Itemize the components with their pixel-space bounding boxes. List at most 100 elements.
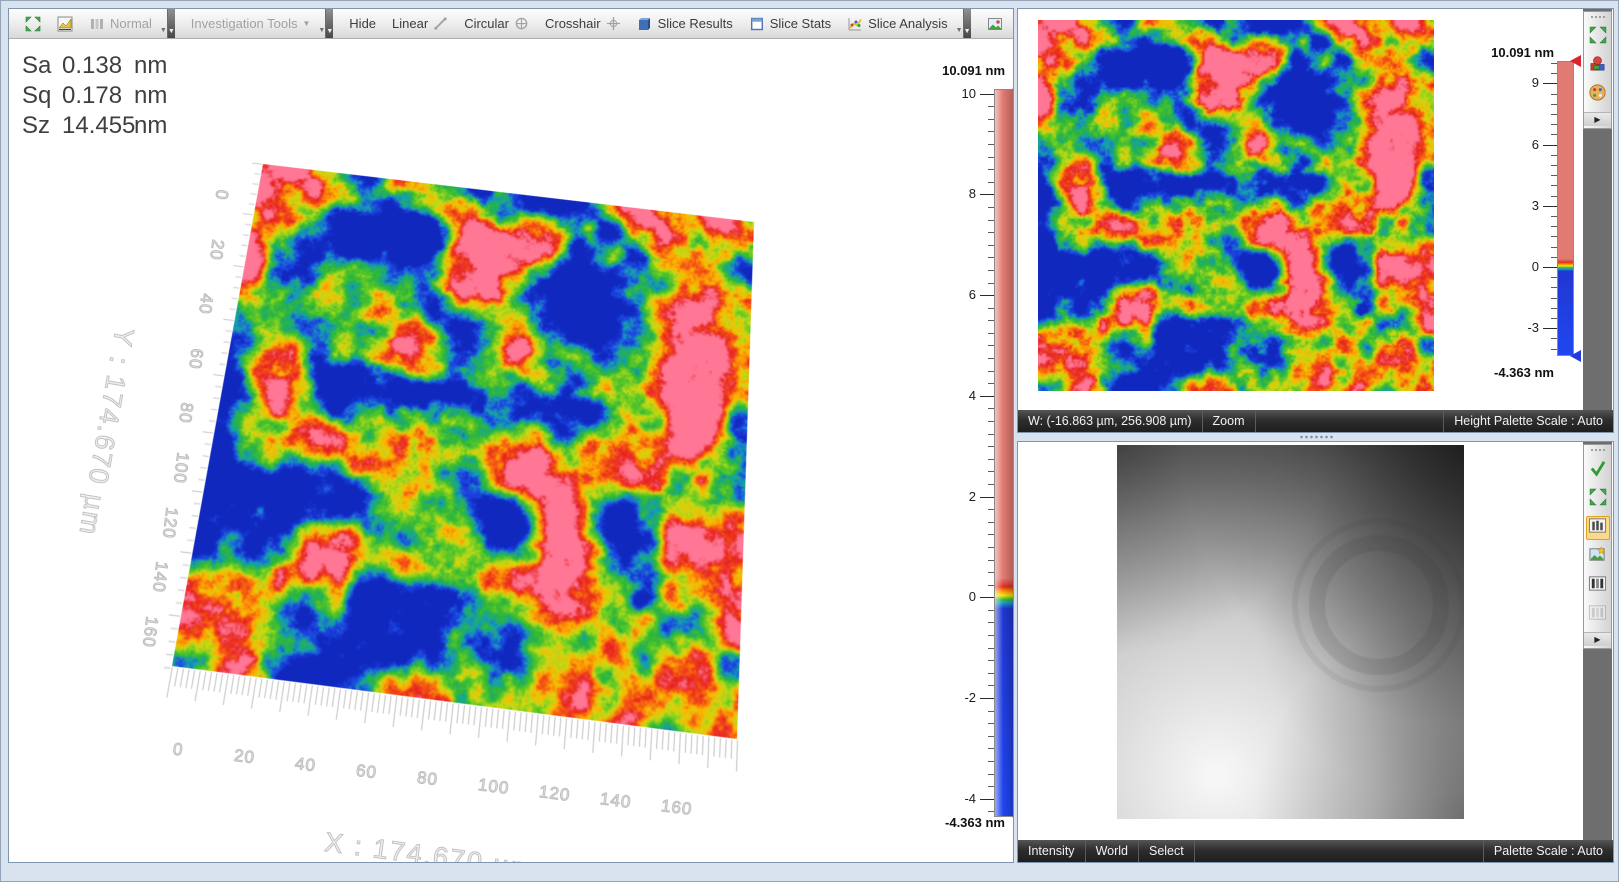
image-export-icon — [987, 16, 1003, 32]
toolbar-grip[interactable] — [1590, 15, 1606, 20]
palette-button[interactable] — [1586, 83, 1610, 107]
palette-scale-mode[interactable]: Palette Scale : Auto — [1483, 840, 1613, 862]
toolbar-overflow-chevron[interactable]: ▼ — [956, 9, 963, 38]
colorbar-gradient[interactable] — [1557, 61, 1574, 356]
x-axis-tick-label: 100 — [477, 775, 511, 799]
colorbar-minor-tick — [988, 622, 994, 623]
colorbar-tick — [980, 799, 994, 800]
toolbar-expander[interactable]: ▶ — [1584, 112, 1611, 126]
colorbar-minor-tick — [988, 484, 994, 485]
colorbar-minor-tick — [1551, 134, 1557, 135]
toolbar-overflow-chevron[interactable]: ▼ — [160, 9, 167, 38]
copy-image-button[interactable] — [1011, 9, 1014, 38]
fit-view-button[interactable] — [1586, 25, 1610, 49]
slice-analysis-button[interactable]: Slice Analysis — [839, 9, 955, 38]
colorbar-minor-tick — [988, 308, 994, 309]
intensity-image-view[interactable] — [1117, 445, 1464, 819]
colorbar-tick-label: 6 — [940, 287, 976, 302]
linear-label: Linear — [392, 16, 428, 31]
palette-scale-mode[interactable]: Height Palette Scale : Auto — [1443, 410, 1613, 432]
toolbar-grip[interactable] — [1590, 448, 1606, 453]
zoom-mode-button[interactable]: Zoom — [1203, 410, 1256, 432]
colorbar-range-marker[interactable] — [1012, 83, 1014, 95]
toolbar-section-handle[interactable]: ▼ — [325, 9, 333, 38]
columns-view-button-disabled[interactable] — [1586, 603, 1610, 627]
colorbar-minor-tick — [988, 673, 994, 674]
crosshair-icon — [606, 16, 621, 31]
colorbar-minor-tick — [988, 257, 994, 258]
slice-results-label: Slice Results — [658, 16, 733, 31]
histogram-view-button[interactable] — [1586, 516, 1610, 540]
apply-button[interactable] — [1586, 458, 1610, 482]
toolbar-section-handle[interactable]: ▼ — [167, 9, 175, 38]
colorbar-minor-tick — [988, 169, 994, 170]
slice-analysis-icon — [847, 16, 863, 32]
stat-unit: nm — [134, 81, 167, 111]
colorbar-minor-tick — [1551, 165, 1557, 166]
investigation-tools-label: Investigation Tools — [191, 16, 298, 31]
view-3d-button[interactable] — [1586, 54, 1610, 78]
toolbar-overflow-chevron[interactable]: ▼ — [318, 9, 325, 38]
application-window: Normal ▼ ▼ Investigation Tools ▼ ▼ ▼ Hid… — [0, 0, 1619, 882]
colorbar-tick — [980, 94, 994, 95]
colorbar-minor-tick — [1551, 349, 1557, 350]
toolbar-expander[interactable]: ▶ — [1584, 632, 1611, 646]
slice-stats-label: Slice Stats — [770, 16, 831, 31]
colorbar-minor-tick — [1551, 94, 1557, 95]
colorbar-minor-tick — [988, 748, 994, 749]
toolbar-section-handle[interactable]: ▼ — [963, 9, 971, 38]
colorbar-range-marker[interactable] — [1012, 811, 1014, 823]
colorbar-tick-label: 10 — [940, 86, 976, 101]
investigation-tools-button[interactable]: Investigation Tools ▼ — [183, 9, 319, 38]
colorbar-minor-tick — [988, 345, 994, 346]
colorbar-minor-tick — [988, 421, 994, 422]
world-mode-button[interactable]: World — [1086, 840, 1139, 862]
colorbar-tick-label: 8 — [940, 186, 976, 201]
hide-button[interactable]: Hide — [341, 9, 384, 38]
colorbar-tick-label: 6 — [1503, 137, 1539, 152]
colorbar-tick — [1543, 83, 1557, 84]
columns-view-button[interactable] — [1586, 574, 1610, 598]
height-map-view[interactable] — [1038, 20, 1434, 391]
colorbar-minor-tick — [988, 207, 994, 208]
colorbar-range-marker[interactable] — [1570, 350, 1581, 362]
fit-view-button[interactable] — [17, 9, 49, 38]
colorbar-minor-tick — [1551, 257, 1557, 258]
plot-options-button[interactable] — [49, 9, 81, 38]
normal-mode-label: Normal — [110, 16, 152, 31]
panel-splitter[interactable] — [1017, 433, 1614, 441]
colorbar-minor-tick — [988, 144, 994, 145]
linear-slice-button[interactable]: Linear — [384, 9, 456, 38]
colorbar-gradient[interactable] — [994, 89, 1014, 817]
crosshair-button[interactable]: Crosshair — [537, 9, 629, 38]
circular-slice-button[interactable]: Circular — [456, 9, 537, 38]
colorbar-minor-tick — [988, 446, 994, 447]
colorbar-tick-label: 0 — [940, 589, 976, 604]
colorbar-minor-tick — [1551, 155, 1557, 156]
colorbar-range-marker[interactable] — [1570, 55, 1581, 67]
stat-value: 14.455 — [62, 111, 134, 141]
intensity-mode-button[interactable]: Intensity — [1018, 840, 1086, 862]
colorbar-tick-label: -2 — [940, 690, 976, 705]
fit-view-button[interactable] — [1586, 487, 1610, 511]
crosshair-label: Crosshair — [545, 16, 601, 31]
colorbar-tick — [980, 396, 994, 397]
select-mode-button[interactable]: Select — [1139, 840, 1195, 862]
linear-slice-icon — [433, 16, 448, 31]
colorbar-minor-tick — [988, 635, 994, 636]
colorbar-minor-tick — [988, 786, 994, 787]
colorbar-minor-tick — [988, 547, 994, 548]
normal-mode-button[interactable]: Normal — [81, 9, 160, 38]
colorbar-shading — [995, 90, 1014, 816]
y-axis-title: Y : 174.670 µm — [72, 325, 139, 538]
colorbar-tick — [1543, 206, 1557, 207]
slice-results-button[interactable]: Slice Results — [629, 9, 741, 38]
colorbar-minor-tick — [1551, 216, 1557, 217]
columns-icon — [89, 16, 105, 32]
chart-icon — [57, 16, 73, 32]
image-settings-button[interactable] — [1586, 545, 1610, 569]
cubes-3d-icon — [1588, 54, 1607, 78]
columns-icon — [1588, 603, 1607, 627]
slice-stats-button[interactable]: Slice Stats — [741, 9, 839, 38]
save-image-button[interactable] — [979, 9, 1011, 38]
